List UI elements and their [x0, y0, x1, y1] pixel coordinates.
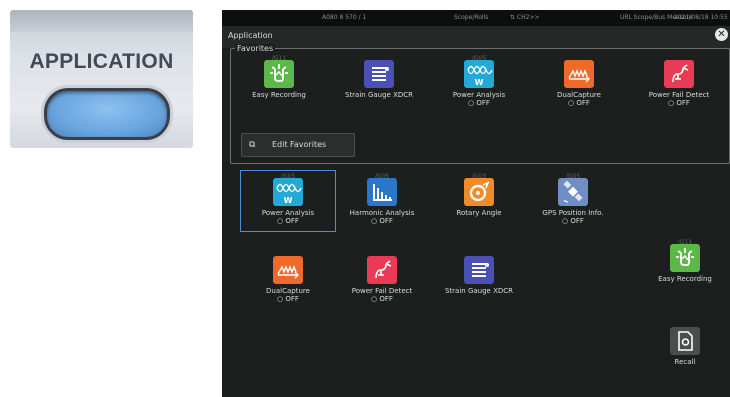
status-left: A080 8 570 / 1 [322, 14, 367, 21]
app-state: ○ OFF [371, 217, 393, 225]
gps-icon [558, 178, 588, 206]
app-strain-gauge[interactable]: Strain Gauge XDCR [434, 251, 524, 307]
harmonic-icon [367, 178, 397, 206]
svg-text:W: W [475, 78, 484, 87]
power-analysis-icon: W [273, 178, 303, 206]
app-state: ○ OFF [277, 217, 299, 225]
app-rotary[interactable]: /G03 Rotary Angle [434, 173, 524, 229]
strain-gauge-icon [464, 256, 494, 284]
status-date: 2021/08/18 10:55 [674, 14, 728, 21]
app-easy-recording[interactable]: /G11 Easy Recording [640, 239, 730, 295]
edit-favorites-label: Edit Favorites [272, 140, 327, 149]
app-name: Power Fail Detect [648, 91, 710, 99]
edit-favorites-button[interactable]: ⧉ Edit Favorites [241, 133, 355, 157]
power-analysis-icon: W [464, 60, 494, 88]
fav-dual-capture[interactable]: DualCapture ○ OFF [534, 55, 624, 111]
window-title: Application [228, 31, 273, 40]
app-state: ○ OFF [668, 99, 690, 107]
app-name: Strain Gauge XDCR [444, 287, 514, 295]
status-center-left: Scope/Rolls [454, 14, 489, 21]
close-icon[interactable]: ✕ [715, 28, 728, 41]
application-screen: A080 8 570 / 1 Scope/Rolls ⇅ CH2>> URL S… [222, 10, 730, 397]
app-state: ○ OFF [468, 99, 490, 107]
power-fail-icon [367, 256, 397, 284]
dual-capture-icon [564, 60, 594, 88]
application-hardware-button[interactable] [44, 88, 170, 140]
app-name: DualCapture [557, 91, 601, 99]
status-bar: A080 8 570 / 1 Scope/Rolls ⇅ CH2>> URL S… [222, 10, 730, 26]
favorites-panel: Favorites /G11 Easy Recording Strain Gauge… [230, 44, 730, 164]
app-state: ○ OFF [277, 295, 299, 303]
app-recall[interactable]: Recall [640, 322, 730, 378]
app-name: Harmonic Analysis [349, 209, 415, 217]
edit-favorites-icon: ⧉ [249, 140, 256, 150]
application-hardware-key-photo: APPLICATION [10, 10, 193, 148]
fav-strain-gauge[interactable]: Strain Gauge XDCR [334, 55, 424, 111]
app-name: Easy Recording [252, 91, 306, 99]
fav-easy-recording[interactable]: /G11 Easy Recording [234, 55, 324, 111]
app-state: ○ OFF [371, 295, 393, 303]
application-key-label: APPLICATION [29, 50, 174, 73]
easy-recording-icon [670, 244, 700, 272]
app-power-fail[interactable]: Power Fail Detect ○ OFF [337, 251, 427, 307]
fav-power-analysis[interactable]: /G05 W Power Analysis ○ OFF [434, 55, 524, 111]
status-center: ⇅ CH2>> [510, 14, 540, 21]
app-name: Strain Gauge XDCR [344, 91, 414, 99]
app-state: ○ OFF [562, 217, 584, 225]
app-name: Recall [674, 358, 696, 366]
app-gps[interactable]: /G05 GPS Position Info. ○ OFF [528, 173, 618, 229]
app-name: Power Fail Detect [351, 287, 413, 295]
easy-recording-icon [264, 60, 294, 88]
svg-text:W: W [284, 196, 293, 205]
dual-capture-icon [273, 256, 303, 284]
window-titlebar: Application ✕ [222, 26, 730, 48]
app-name: Power Analysis [452, 91, 506, 99]
favorites-legend: Favorites [235, 44, 276, 53]
app-dual-capture[interactable]: DualCapture ○ OFF [243, 251, 333, 307]
app-state: ○ OFF [568, 99, 590, 107]
rotary-icon [464, 178, 494, 206]
app-harmonic[interactable]: /G05 Harmonic Analysis ○ OFF [337, 173, 427, 229]
app-name: Easy Recording [658, 275, 712, 283]
strain-gauge-icon [364, 60, 394, 88]
recall-icon [670, 327, 700, 355]
fav-power-fail[interactable]: Power Fail Detect ○ OFF [634, 55, 724, 111]
app-name: GPS Position Info. [542, 209, 604, 217]
power-fail-icon [664, 60, 694, 88]
app-power-analysis[interactable]: /G05 W Power Analysis ○ OFF [240, 170, 336, 232]
